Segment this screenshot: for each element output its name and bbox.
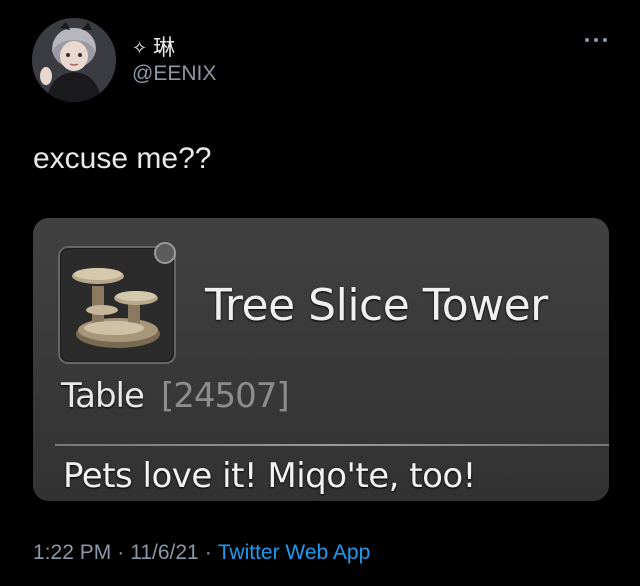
item-corner-badge-icon	[154, 242, 176, 264]
tweet-date[interactable]: 11/6/21	[130, 541, 199, 564]
more-horizontal-icon[interactable]	[583, 34, 609, 46]
tweet-text: excuse me??	[33, 142, 212, 175]
sparkle-icon: ✧	[132, 38, 148, 58]
item-description: Pets love it! Miqo'te, too!	[63, 456, 476, 496]
item-name: Tree Slice Tower	[205, 280, 548, 331]
meta-separator: ·	[117, 541, 125, 564]
tweet-meta: 1:22 PM · 11/6/21 · Twitter Web App	[33, 541, 370, 565]
item-id: [24507]	[161, 376, 290, 416]
tweet-time[interactable]: 1:22 PM	[33, 541, 111, 564]
user-handle[interactable]: @EENIX	[132, 62, 216, 86]
tree-slice-tower-icon	[58, 246, 176, 364]
avatar-image	[32, 18, 116, 102]
more-dot-icon	[585, 38, 589, 42]
item-category: Table	[61, 376, 145, 416]
more-dot-icon	[594, 38, 598, 42]
item-divider	[55, 444, 609, 446]
display-name-text: 琳	[153, 35, 176, 60]
more-dot-icon	[603, 38, 607, 42]
tweet-source-link[interactable]: Twitter Web App	[218, 541, 371, 564]
meta-separator: ·	[204, 541, 212, 564]
display-name[interactable]: ✧ 琳	[132, 30, 175, 62]
tweet-media-image[interactable]: Tree Slice Tower Table [24507] Pets love…	[33, 218, 609, 501]
avatar[interactable]	[32, 18, 116, 102]
